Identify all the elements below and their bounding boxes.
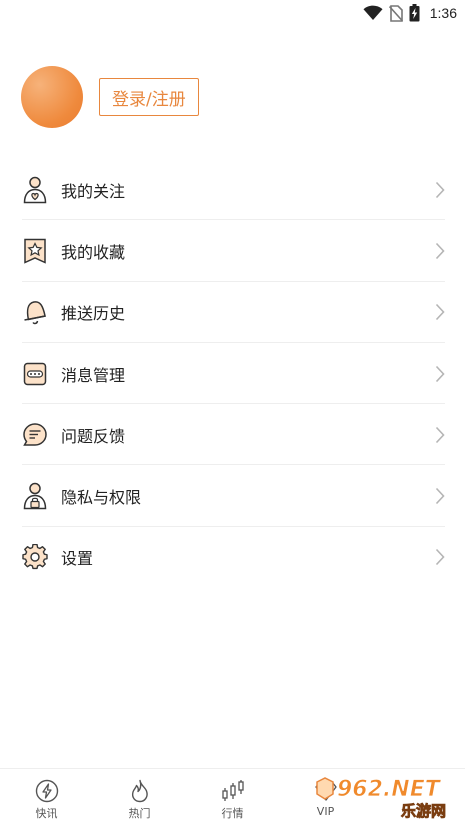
menu-item-privacy-permissions[interactable]: 隐私与权限 xyxy=(0,465,465,528)
gear-icon xyxy=(22,544,48,570)
profile-header: 登录/注册 xyxy=(21,66,199,128)
nav-item-news-flash[interactable]: 快讯 xyxy=(0,769,93,826)
menu-item-label: 我的关注 xyxy=(61,181,126,201)
chevron-right-icon xyxy=(435,488,445,505)
person-heart-icon xyxy=(22,176,48,203)
feedback-bubble-icon xyxy=(22,422,48,448)
battery-charging-icon xyxy=(409,4,420,22)
star-bookmark-icon xyxy=(22,238,48,264)
bell-icon xyxy=(22,299,48,325)
menu-item-follows[interactable]: 我的关注 xyxy=(0,159,465,221)
no-sim-icon xyxy=(388,4,403,22)
message-dots-icon xyxy=(22,361,48,387)
chevron-right-icon xyxy=(435,426,445,443)
person-lock-icon xyxy=(22,482,48,510)
menu-list: 我的关注 我的收藏 推送历史 消息管理 问题反馈 隐私与权限 设置 xyxy=(0,159,465,588)
candlestick-icon xyxy=(221,780,244,801)
menu-item-settings[interactable]: 设置 xyxy=(0,527,465,588)
status-bar: 1:36 xyxy=(0,0,465,26)
lightning-icon xyxy=(35,779,58,803)
site-watermark: 962.NET 乐游网 xyxy=(316,777,446,820)
menu-item-label: 问题反馈 xyxy=(61,426,126,446)
menu-item-message-management[interactable]: 消息管理 xyxy=(0,343,465,405)
nav-label: 快讯 xyxy=(35,807,58,820)
chevron-right-icon xyxy=(435,181,445,198)
menu-item-label: 消息管理 xyxy=(61,365,126,385)
watermark-subtitle: 乐游网 xyxy=(401,802,446,820)
avatar[interactable] xyxy=(21,66,83,128)
chevron-right-icon xyxy=(435,549,445,566)
wifi-icon xyxy=(363,5,383,20)
menu-item-label: 设置 xyxy=(61,549,94,569)
menu-item-label: 我的收藏 xyxy=(61,242,126,262)
nav-label: 热门 xyxy=(128,807,151,820)
nav-item-market[interactable]: 行情 xyxy=(186,769,279,826)
login-register-button[interactable]: 登录/注册 xyxy=(99,78,199,116)
menu-item-feedback[interactable]: 问题反馈 xyxy=(0,404,465,466)
status-time: 1:36 xyxy=(429,5,457,21)
menu-item-favorites[interactable]: 我的收藏 xyxy=(0,220,465,282)
flame-icon xyxy=(131,779,148,803)
menu-item-push-history[interactable]: 推送历史 xyxy=(0,282,465,344)
menu-item-label: 推送历史 xyxy=(61,304,126,324)
watermark-brand: 962.NET xyxy=(337,777,442,802)
nav-label: 行情 xyxy=(221,807,244,820)
chevron-right-icon xyxy=(435,365,445,382)
menu-item-label: 隐私与权限 xyxy=(61,488,142,508)
chevron-right-icon xyxy=(435,242,445,259)
nav-item-hot[interactable]: 热门 xyxy=(93,769,186,826)
chevron-right-icon xyxy=(435,304,445,321)
